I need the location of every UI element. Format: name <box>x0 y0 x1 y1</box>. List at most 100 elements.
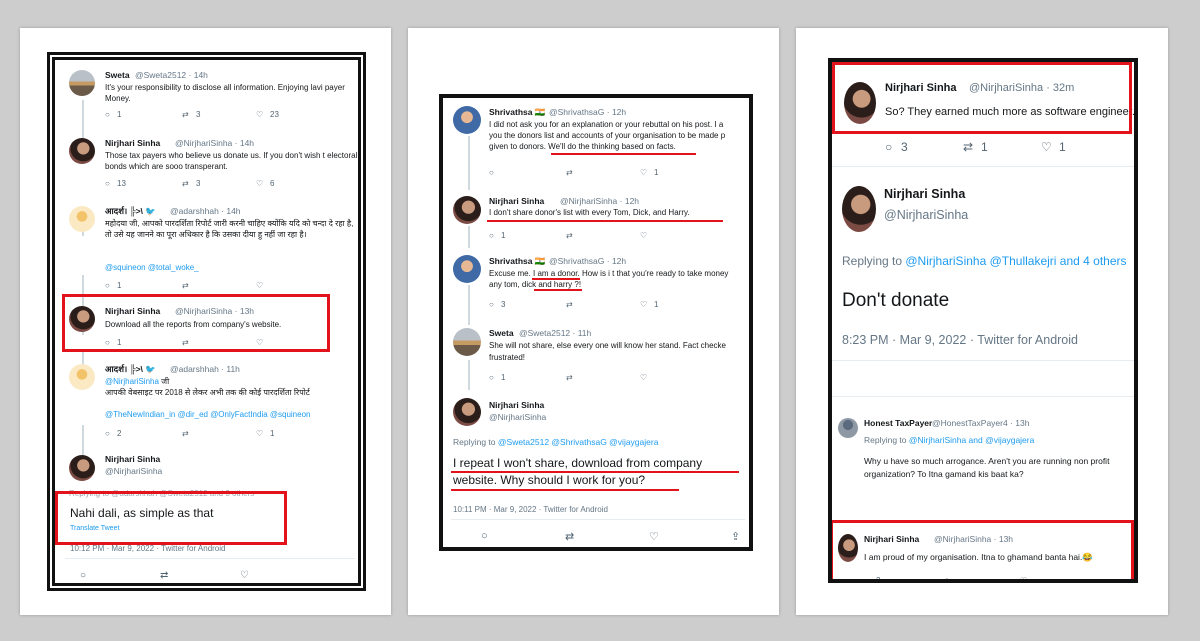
reply-icon[interactable]: ○ <box>885 140 901 154</box>
tweet-author-name[interactable]: Shrivathsa 🇮🇳 <box>489 256 545 267</box>
like-icon[interactable]: ♡ <box>240 570 280 581</box>
retweet-icon[interactable]: ⇄ <box>566 168 640 177</box>
retweet-icon[interactable]: ⇄ <box>942 576 1020 579</box>
reply-count: 1 <box>501 231 506 240</box>
like-count: 1 <box>654 300 659 309</box>
tweet-author-name[interactable]: आदर्श। ╠>\ 🐦 <box>105 206 156 217</box>
like-icon[interactable]: ♡ <box>256 110 270 119</box>
retweet-icon[interactable]: ⇄ <box>566 300 640 309</box>
reply-icon[interactable]: ○ <box>489 300 501 309</box>
like-icon[interactable]: ♡ <box>256 429 270 438</box>
tweet-author-handle[interactable]: @HonestTaxPayer4 · 13h <box>932 418 1029 428</box>
tweet-author-name[interactable]: Shrivathsa 🇮🇳 <box>489 107 545 118</box>
reply-icon[interactable]: ○ <box>489 168 566 177</box>
share-icon[interactable]: ⇪ <box>731 530 740 543</box>
avatar[interactable] <box>838 534 858 562</box>
like-icon[interactable]: ♡ <box>256 179 270 188</box>
retweet-icon[interactable]: ⇄ <box>182 110 196 119</box>
tweet-author-name[interactable]: Nirjhari Sinha <box>864 534 919 544</box>
mention-links[interactable]: @squineon @total_woke_ <box>105 263 199 272</box>
main-tweet-author-name[interactable]: Nirjhari Sinha <box>884 187 965 201</box>
like-icon[interactable]: ♡ <box>649 530 731 543</box>
tweet-author-handle[interactable]: @Sweta2512 · 14h <box>135 70 208 80</box>
tweet-author-name[interactable]: आदर्श। ╠>\ 🐦 <box>105 364 156 375</box>
tweet-actions: ○ 3 ⇄ 1 ♡ 1 <box>885 140 1066 154</box>
avatar[interactable] <box>842 186 876 232</box>
reply-icon[interactable]: ○ <box>864 576 876 579</box>
mention-links[interactable]: @NirjhariSinha and @vijaygajera <box>909 435 1034 445</box>
avatar[interactable] <box>69 206 95 232</box>
retweet-icon[interactable]: ⇄ <box>566 231 640 240</box>
tweet-timestamp: 10:11 PM · Mar 9, 2022 · Twitter for And… <box>453 505 608 514</box>
tweet-author-name[interactable]: Nirjhari Sinha <box>489 196 544 206</box>
reply-icon[interactable]: ○ <box>489 231 501 240</box>
tweet-author-handle[interactable]: @NirjhariSinha · 14h <box>175 138 254 148</box>
avatar[interactable] <box>69 70 95 96</box>
main-tweet-author-handle[interactable]: @NirjhariSinha <box>884 208 968 222</box>
like-icon[interactable]: ♡ <box>1041 140 1059 154</box>
like-icon[interactable]: ♡ <box>640 231 654 240</box>
tweet-author-handle[interactable]: @ShrivathsaG · 12h <box>549 256 626 266</box>
main-tweet-author-name[interactable]: Nirjhari Sinha <box>105 454 160 464</box>
tweet-text-line: How is i t that you're ready to take mon… <box>579 269 729 278</box>
like-icon[interactable]: ♡ <box>640 300 654 309</box>
tweet-author-handle[interactable]: @ShrivathsaG · 12h <box>549 107 626 117</box>
mention-links[interactable]: @Sweta2512 @ShrivathsaG @vijaygajera <box>498 437 659 447</box>
retweet-icon[interactable]: ⇄ <box>182 281 196 290</box>
tweet-text: She will not share, else every one will … <box>489 341 727 362</box>
avatar[interactable] <box>69 138 95 164</box>
reply-count: 1 <box>501 373 506 382</box>
tweet-author-name[interactable]: Nirjhari Sinha <box>105 138 160 148</box>
retweet-icon[interactable]: ⇄ <box>182 179 196 188</box>
avatar[interactable] <box>453 106 481 134</box>
avatar[interactable] <box>453 328 481 356</box>
reply-icon[interactable]: ○ <box>105 281 117 290</box>
avatar[interactable] <box>69 364 95 390</box>
retweet-icon[interactable]: ⇄ <box>160 570 240 581</box>
tweet-actions: ○ 2 ⇄ ♡ 1 <box>105 429 274 438</box>
retweet-icon[interactable]: ⇄ <box>182 429 196 438</box>
tweet-actions: ○ 1 ⇄ ♡ <box>489 373 654 382</box>
avatar[interactable] <box>453 255 481 283</box>
avatar[interactable] <box>453 196 481 224</box>
main-tweet-author-name[interactable]: Nirjhari Sinha <box>489 400 544 410</box>
like-count: 1 <box>1059 140 1066 154</box>
tweet-actions: ○ 3 ⇄ ♡ 1 <box>489 300 658 309</box>
like-count: 6 <box>270 179 275 188</box>
like-icon[interactable]: ♡ <box>256 281 270 290</box>
reply-icon[interactable]: ○ <box>105 110 117 119</box>
avatar[interactable] <box>69 455 95 481</box>
mention-links[interactable]: @TheNewIndian_in @dir_ed @OnlyFactIndia … <box>105 410 310 419</box>
like-icon[interactable]: ♡ <box>1020 576 1034 579</box>
tweet-author-handle[interactable]: @adarshhah · 11h <box>170 364 240 374</box>
tweet-author-handle[interactable]: @NirjhariSinha · 12h <box>560 196 639 206</box>
tweet-actions: ○ ⇄ ♡ ⇪ <box>481 530 740 543</box>
reply-icon[interactable]: ○ <box>105 429 117 438</box>
retweet-count: 3 <box>196 179 201 188</box>
reply-icon[interactable]: ○ <box>481 530 565 543</box>
avatar[interactable] <box>453 398 481 426</box>
underline-highlight <box>451 471 739 473</box>
tweet-author-handle[interactable]: @NirjhariSinha · 13h <box>934 534 1013 544</box>
reply-icon[interactable]: ○ <box>105 179 117 188</box>
retweet-icon[interactable]: ⇄ <box>963 140 981 154</box>
like-icon[interactable]: ♡ <box>640 373 654 382</box>
retweet-icon[interactable]: ⇄ <box>565 530 649 543</box>
tweet-text-highlight: We'll do the thinking based on facts. <box>545 142 676 151</box>
mention-link[interactable]: @NirjhariSinha <box>105 377 159 386</box>
avatar[interactable] <box>838 418 858 438</box>
tweet-author-name[interactable]: Sweta <box>489 328 514 338</box>
underline-highlight <box>551 153 696 155</box>
tweet-author-handle[interactable]: @adarshhah · 14h <box>170 206 241 216</box>
mention-links[interactable]: @NirjhariSinha @Thullakejri and 4 others <box>905 254 1126 268</box>
reply-icon[interactable]: ○ <box>80 570 160 581</box>
highlight-box <box>62 294 330 352</box>
retweet-icon[interactable]: ⇄ <box>566 373 640 382</box>
tweet-author-name[interactable]: Honest TaxPayer <box>864 418 932 428</box>
main-tweet-author-handle[interactable]: @NirjhariSinha <box>489 412 546 422</box>
tweet-author-name[interactable]: Sweta <box>105 70 130 80</box>
reply-icon[interactable]: ○ <box>489 373 501 382</box>
like-icon[interactable]: ♡ <box>640 168 654 177</box>
main-tweet-author-handle[interactable]: @NirjhariSinha <box>105 466 162 476</box>
tweet-author-handle[interactable]: @Sweta2512 · 11h <box>519 328 591 338</box>
